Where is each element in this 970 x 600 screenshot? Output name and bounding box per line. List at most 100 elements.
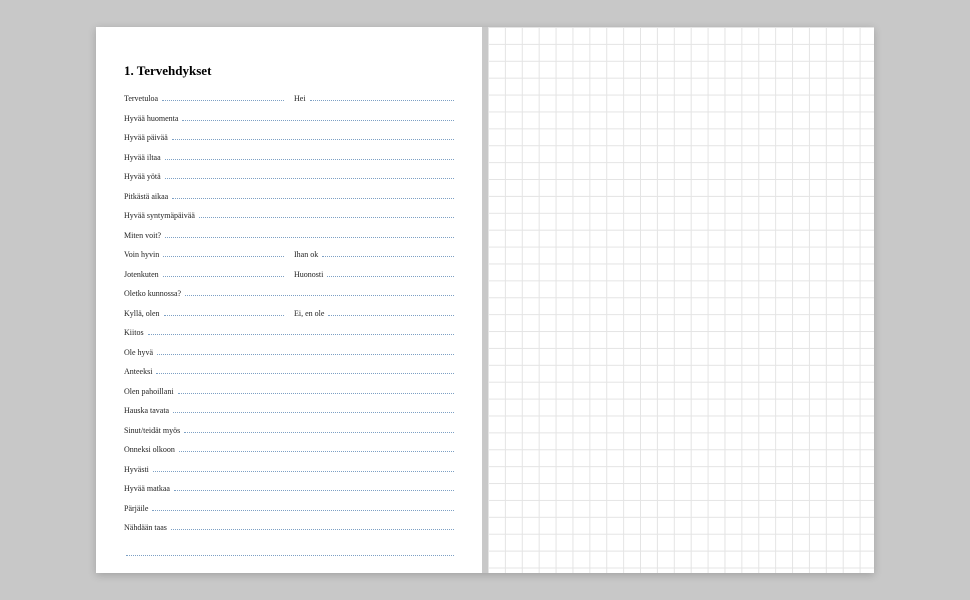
entry-label: Ei, en ole [294,310,326,320]
entry-cell: Hyvästi [124,464,454,476]
entry-label: Kyllä, olen [124,310,162,320]
entry-row: Sinut/teidät myös [124,425,454,442]
entry-label: Huonosti [294,271,325,281]
dotted-line [162,93,284,101]
entry-label: Miten voit? [124,232,163,242]
entry-row: Hyvää huomenta [124,113,454,130]
entry-cell: Kyllä, olen [124,308,284,320]
entry-row: Olen pahoillani [124,386,454,403]
entry-label: Hyvää päivää [124,134,170,144]
entry-cell: Pitkästä aikaa [124,191,454,203]
entry-row: Hyvää päivää [124,132,454,149]
entry-label: Ihan ok [294,251,320,261]
entry-label: Ole hyvä [124,349,155,359]
entry-label: Nähdään taas [124,524,169,534]
entry-cell: Oletko kunnossa? [124,288,454,300]
entry-row [124,548,454,565]
dotted-line [171,522,454,530]
entry-row: Hyvästi [124,464,454,481]
right-page-grid [488,27,874,573]
entry-cell: Anteeksi [124,366,454,378]
dotted-line [185,288,454,296]
entry-row: Voin hyvin Ihan ok [124,249,454,266]
entry-cell: Miten voit? [124,230,454,242]
entry-label: Olen pahoillani [124,388,176,398]
entry-label: Pitkästä aikaa [124,193,170,203]
entry-cell: Hyvää päivää [124,132,454,144]
dotted-line [156,366,454,374]
dotted-line [182,113,454,121]
entry-label: Hei [294,95,308,105]
entry-label: Hyvää iltaa [124,154,163,164]
entry-label: Voin hyvin [124,251,161,261]
entry-label: Jotenkuten [124,271,161,281]
dotted-line [163,269,284,277]
entry-cell: Hyvää matkaa [124,483,454,495]
dotted-line [310,93,454,101]
entry-row: Pärjäile [124,503,454,520]
entry-label: Hyvää huomenta [124,115,180,125]
entry-cell: Onneksi olkoon [124,444,454,456]
dotted-line [157,347,454,355]
entry-row: Tervetuloa Hei [124,93,454,110]
entry-label: Hyvää matkaa [124,485,172,495]
entry-cell: Hyvää yötä [124,171,454,183]
entry-cell: Nähdään taas [124,522,454,534]
entry-label: Hyvää yötä [124,173,163,183]
entry-cell: Pärjäile [124,503,454,515]
entry-row: Oletko kunnossa? [124,288,454,305]
dotted-line [199,210,454,218]
entry-cell: Tervetuloa [124,93,284,105]
dotted-line [152,503,454,511]
dotted-line [153,464,454,472]
entry-row: Anteeksi [124,366,454,383]
entry-cell: Voin hyvin [124,249,284,261]
entry-cell: Ei, en ole [294,308,454,320]
entry-cell: Hyvää iltaa [124,152,454,164]
entry-row: Hyvää iltaa [124,152,454,169]
dotted-line [174,483,454,491]
entry-label: Hyvää syntymäpäivää [124,212,197,222]
entry-label: Tervetuloa [124,95,160,105]
dotted-line [165,230,454,238]
entry-row: Hyvää matkaa [124,483,454,500]
dotted-line [172,132,454,140]
page-spread: 1. Tervehdykset Tervetuloa Hei Hyvää huome… [96,27,874,573]
entry-cell: Olen pahoillani [124,386,454,398]
dotted-line [179,444,454,452]
entry-label: Hyvästi [124,466,151,476]
dotted-line [165,152,454,160]
dotted-line [148,327,454,335]
entry-cell: Ole hyvä [124,347,454,359]
entry-cell: Kiitos [124,327,454,339]
dotted-line [164,308,284,316]
entry-row: Miten voit? [124,230,454,247]
left-page: 1. Tervehdykset Tervetuloa Hei Hyvää huome… [96,27,482,573]
dotted-line [126,548,454,556]
entry-cell: Ihan ok [294,249,454,261]
entry-label: Onneksi olkoon [124,446,177,456]
entry-cell: Jotenkuten [124,269,284,281]
section-title: 1. Tervehdykset [124,63,454,79]
entry-cell: Hei [294,93,454,105]
dotted-line [178,386,454,394]
dotted-line [327,269,454,277]
entry-cell: Sinut/teidät myös [124,425,454,437]
dotted-line [328,308,454,316]
entry-row: Hauska tavata [124,405,454,422]
dotted-line [184,425,454,433]
entry-row: Hyvää syntymäpäivää [124,210,454,227]
entry-label: Anteeksi [124,368,154,378]
entry-row: Kiitos [124,327,454,344]
entries-list: Tervetuloa Hei Hyvää huomenta Hyvää päivää H… [124,93,454,564]
entry-label: Hauska tavata [124,407,171,417]
entry-cell: Hyvää huomenta [124,113,454,125]
entry-row: Kyllä, olen Ei, en ole [124,308,454,325]
entry-label: Pärjäile [124,505,150,515]
dotted-line [173,405,454,413]
entry-cell: Hyvää syntymäpäivää [124,210,454,222]
entry-label: Oletko kunnossa? [124,290,183,300]
dotted-line [165,171,454,179]
entry-cell: Huonosti [294,269,454,281]
entry-row: Jotenkuten Huonosti [124,269,454,286]
